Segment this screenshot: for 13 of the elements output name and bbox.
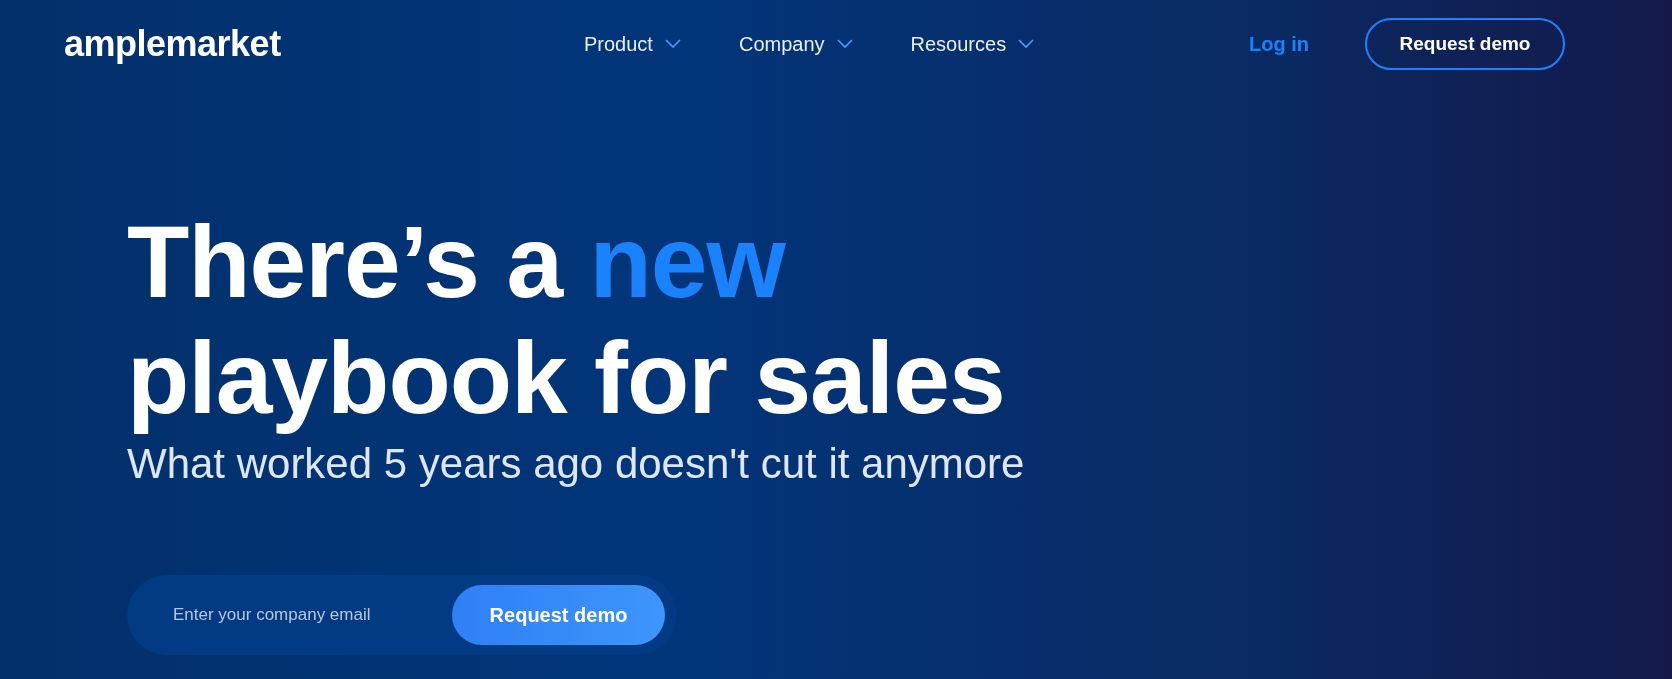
subtitle: What worked 5 years ago doesn't cut it anymore	[127, 439, 1026, 489]
headline: There’s a new playbook for sales	[127, 204, 1005, 436]
login-link[interactable]: Log in	[1249, 29, 1309, 59]
logo[interactable]: amplemarket	[64, 17, 584, 71]
request-demo-button[interactable]: Request demo	[452, 585, 665, 645]
nav-link[interactable]: Resources	[910, 29, 1035, 59]
chevron-down-icon	[1018, 39, 1035, 49]
email-field[interactable]: Enter your company email	[173, 602, 452, 628]
nav-link[interactable]: Product	[584, 29, 681, 59]
request-demo-button[interactable]: Request demo	[1365, 18, 1565, 70]
chevron-down-icon	[664, 39, 681, 49]
chevron-down-icon	[836, 39, 853, 49]
nav-link[interactable]: Company	[738, 29, 853, 59]
